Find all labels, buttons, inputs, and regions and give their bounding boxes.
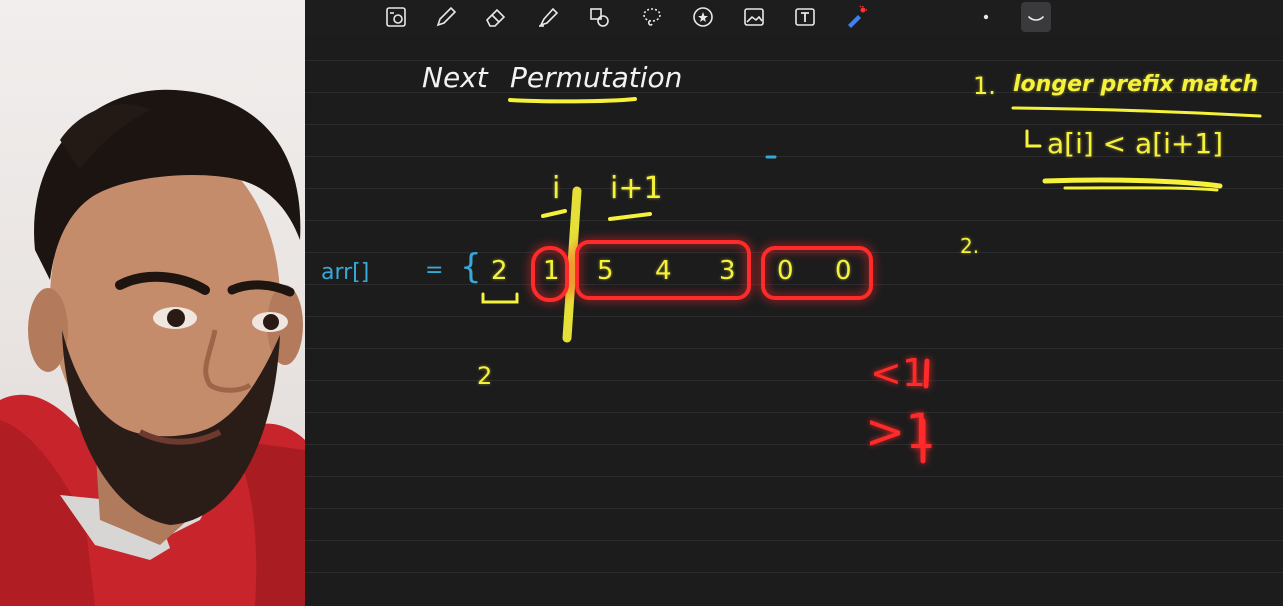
step-1-number: 1. [973, 72, 996, 100]
greater-than-one: >1 [865, 404, 936, 460]
sticker-icon[interactable] [688, 2, 718, 32]
lasso-icon[interactable] [637, 2, 667, 32]
notes-canvas[interactable]: Next Permutation arr[] = { 2 1 5 4 3 0 0… [305, 36, 1283, 606]
condition-text: a[i] < a[i+1] [1047, 127, 1224, 160]
arr-label: arr[] [321, 260, 370, 285]
small-dot-icon[interactable] [971, 2, 1001, 32]
toolbar [305, 0, 1283, 36]
array-value-0b: 0 [835, 256, 852, 286]
presenter-image [0, 89, 305, 606]
title-permutation: Permutation [510, 61, 683, 94]
highlighter-icon[interactable] [533, 2, 563, 32]
shapes-icon[interactable] [585, 2, 615, 32]
array-value-1: 1 [543, 256, 560, 286]
index-i-label: i [552, 171, 561, 206]
equals-sign: = [425, 258, 444, 283]
array-value-3: 3 [719, 256, 736, 286]
laser-pointer-icon[interactable] [841, 2, 871, 32]
eraser-icon[interactable] [481, 2, 511, 32]
array-value-0a: 0 [777, 256, 794, 286]
title-next: Next [422, 61, 488, 94]
value-2-below: 2 [477, 362, 493, 390]
array-value-2: 2 [491, 256, 508, 286]
step-2-number: 2. [960, 234, 980, 258]
ink-strokes [481, 97, 1262, 464]
zoom-image-icon[interactable] [381, 2, 411, 32]
pen-icon[interactable] [431, 2, 461, 32]
array-value-5: 5 [597, 256, 614, 286]
text-box-icon[interactable] [790, 2, 820, 32]
webcam-feed [0, 0, 305, 606]
array-value-4: 4 [655, 256, 672, 286]
stroke-curve-icon[interactable] [1021, 2, 1051, 32]
open-brace: { [460, 247, 482, 287]
less-than-one: <1 [870, 351, 927, 395]
image-icon[interactable] [739, 2, 769, 32]
index-i-plus-1-label: i+1 [610, 171, 663, 206]
step-1-text: longer prefix match [1013, 72, 1259, 97]
